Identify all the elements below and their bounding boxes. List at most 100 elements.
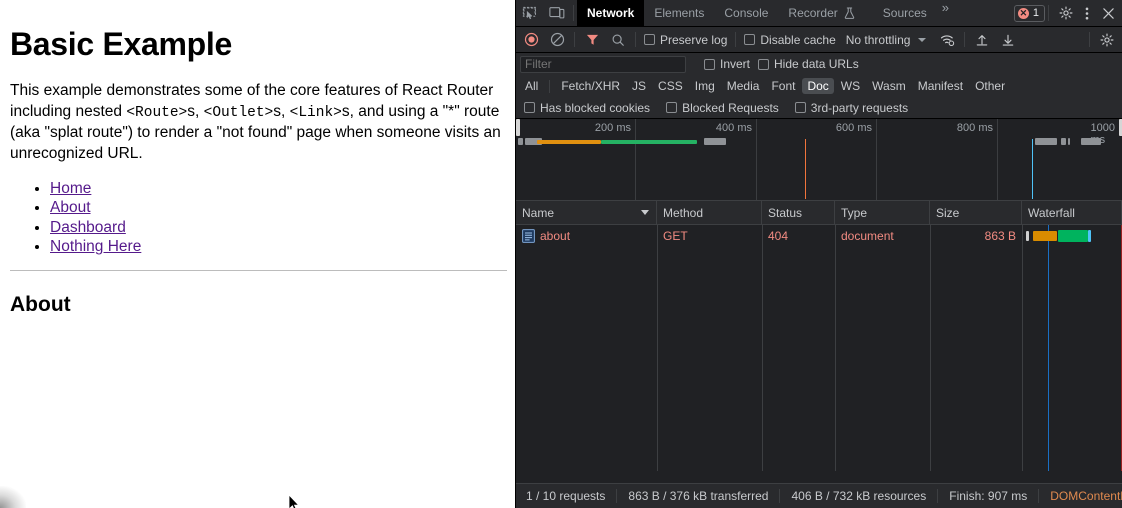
tabbar-separator [573,5,574,21]
filter-input[interactable] [520,55,686,73]
checkbox-box [524,102,535,113]
page-description: This example demonstrates some of the co… [10,81,507,164]
type-filter-wasm[interactable]: Wasm [867,78,911,94]
toolbar-separator-3 [735,32,737,47]
overview-left-handle[interactable] [516,119,520,136]
status-separator [937,489,939,503]
type-filter-other[interactable]: Other [970,78,1010,94]
request-table-body: about GET 404 document 863 B [516,225,1122,471]
filter-icon[interactable] [579,28,605,52]
mouse-cursor [288,494,300,508]
status-finish: Finish: 907 ms [949,489,1028,503]
search-icon[interactable] [605,28,631,52]
overview-tick-600: 600 ms [835,122,872,134]
network-toolbar: Preserve log Disable cache No throttling [516,27,1122,53]
tab-console[interactable]: Console [714,0,778,26]
nav-link-dashboard[interactable]: Dashboard [50,219,126,236]
nav-link-nothing-here[interactable]: Nothing Here [50,238,141,255]
divider [10,270,507,272]
device-toolbar-icon[interactable] [543,0,570,26]
column-label: Method [663,205,704,220]
column-header-method[interactable]: Method [657,200,762,225]
gear-icon[interactable] [1052,0,1079,26]
flask-icon [841,0,859,26]
paragraph-run-3: <Outlet> [203,104,274,121]
nav-link-about[interactable]: About [50,199,91,216]
more-tabs-icon[interactable]: » [937,0,954,26]
kebab-menu-icon[interactable] [1079,0,1095,26]
table-row[interactable]: about GET 404 document 863 B [516,225,1122,247]
column-header-status[interactable]: Status [762,200,835,225]
request-option-filters: Has blocked cookies Blocked Requests 3rd… [516,97,1122,119]
document-icon [522,229,535,243]
throttling-select[interactable]: No throttling [840,33,913,47]
column-header-waterfall[interactable]: Waterfall [1022,200,1122,225]
disable-cache-label: Disable cache [760,32,836,47]
preserve-log-checkbox[interactable]: Preserve log [640,33,731,47]
waterfall-response-bar [1058,230,1088,242]
nav-link-home[interactable]: Home [50,180,91,197]
type-filter-js[interactable]: JS [627,78,651,94]
cell-method: GET [663,229,688,243]
tab-network[interactable]: Network [577,0,645,26]
column-header-name[interactable]: Name [516,200,657,225]
type-filter-media[interactable]: Media [722,78,765,94]
has-blocked-cookies-checkbox[interactable]: Has blocked cookies [520,101,662,115]
column-header-type[interactable]: Type [835,200,930,225]
checkbox-box [794,102,806,113]
request-name: about [540,229,571,243]
sort-descending-icon [641,209,649,215]
tab-elements[interactable]: Elements [644,0,714,26]
inspect-element-icon[interactable] [516,0,543,26]
network-overview-timeline[interactable]: 200 ms 400 ms 600 ms 800 ms 1000 ms [516,119,1122,201]
overview-band-response [601,140,697,144]
type-filter-fetch-xhr[interactable]: Fetch/XHR [556,78,625,94]
third-party-requests-checkbox[interactable]: 3rd-party requests [791,101,920,115]
status-requests: 1 / 10 requests [526,489,606,503]
column-label: Status [768,205,803,220]
cell-status: 404 [768,229,789,243]
type-filter-ws[interactable]: WS [836,78,865,94]
chevron-down-icon[interactable] [918,37,927,42]
checkbox-box [666,102,678,113]
type-filter-css[interactable]: CSS [653,78,688,94]
invert-checkbox[interactable]: Invert [700,57,754,71]
type-filter-img[interactable]: Img [690,78,720,94]
import-har-icon[interactable] [969,28,995,52]
status-separator [616,489,618,503]
close-icon[interactable] [1095,0,1122,26]
list-item: About [50,199,507,217]
paragraph-run-2: s, [187,102,204,120]
disable-cache-checkbox[interactable]: Disable cache [740,33,839,47]
cell-name[interactable]: about [516,225,657,247]
type-filter-doc[interactable]: Doc [802,78,834,94]
list-item: Home [50,180,507,198]
overview-band-request [537,140,601,144]
resource-type-filters: All Fetch/XHR JS CSS Img Media Font Doc WS Wasm Ma… [516,75,1122,97]
tab-sources[interactable]: Sources [873,0,937,26]
devtools-tabbar: Network Elements Console Recorder Source… [516,0,1122,27]
error-count-badge[interactable]: ✕ 1 [1013,4,1045,22]
blocked-requests-checkbox[interactable]: Blocked Requests [662,101,791,115]
tab-recorder[interactable]: Recorder [778,0,840,26]
type-filter-font[interactable]: Font [766,78,800,94]
record-stop-icon[interactable] [518,28,544,52]
tabbar-spacer [954,0,1014,26]
blocked-requests-label: Blocked Requests [682,100,779,115]
export-har-icon[interactable] [995,28,1021,52]
type-filter-manifest[interactable]: Manifest [913,78,968,94]
gear-icon[interactable] [1094,28,1120,52]
checkbox-box [704,58,715,70]
overview-tick-400: 400 ms [715,122,752,134]
invert-label: Invert [720,57,751,71]
column-label: Waterfall [1028,205,1075,220]
clear-icon[interactable] [544,28,570,52]
request-table-header: Name Method Status Type Size Waterfall [516,200,1122,225]
type-filter-all[interactable]: All [520,78,543,94]
column-label: Name [522,205,555,220]
column-label: Size [936,205,960,220]
screen: Basic Example This example demonstrates … [0,0,1122,508]
network-conditions-icon[interactable] [934,28,960,52]
column-header-size[interactable]: Size [930,200,1022,225]
hide-data-urls-checkbox[interactable]: Hide data URLs [754,57,863,71]
